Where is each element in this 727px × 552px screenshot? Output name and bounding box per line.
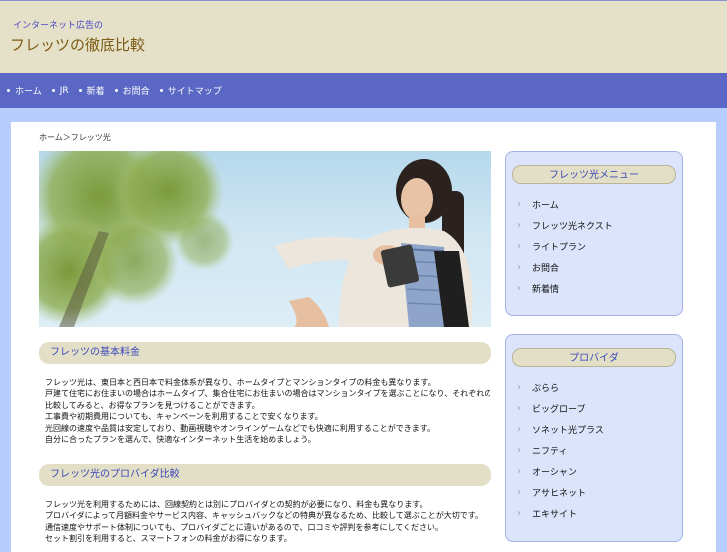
paragraph-line: 比較してみると、お得なプランを見つけることができます。 bbox=[45, 400, 260, 410]
sidebar-item[interactable]: › ライトプラン bbox=[506, 236, 682, 257]
bullet-icon bbox=[114, 89, 118, 92]
bullet-icon bbox=[7, 89, 10, 92]
chevron-right-icon: › bbox=[517, 445, 521, 456]
section-body-basic-fees: フレッツ光は、東日本と西日本で料金体系が異なり、ホームタイプとマンションタイプの… bbox=[45, 377, 490, 445]
paragraph-line: セット割引を利用すると、スマートフォンの料金がお得になります。 bbox=[45, 534, 292, 544]
sidebar-item[interactable]: › お問合 bbox=[506, 257, 682, 278]
global-nav: ホーム JR 新着 お問合 サイトマップ bbox=[0, 73, 727, 108]
section-heading-provider-compare: フレッツ光のプロバイダ比較 bbox=[39, 464, 491, 486]
site-header: インターネット広告の フレッツの徹底比較 bbox=[0, 0, 727, 73]
sidebar-item[interactable]: › ぷらら bbox=[506, 377, 682, 398]
breadcrumb: ホーム＞フレッツ光 bbox=[39, 133, 111, 142]
bullet-icon bbox=[159, 89, 163, 92]
chevron-right-icon: › bbox=[517, 241, 521, 252]
section-body-provider-compare: フレッツ光を利用するためには、回線契約とは別にプロバイダとの契約が必要になり、料… bbox=[45, 499, 490, 545]
paragraph-line: 自分に合ったプランを選んで、快適なインターネット生活を始めましょう。 bbox=[45, 435, 316, 445]
site-title[interactable]: フレッツの徹底比較 bbox=[10, 34, 145, 55]
sidebar-provider-list: › ぷらら › ビッグローブ › ソネット光プラス › ニフティ › オーシャン › アサヒ… bbox=[506, 377, 682, 524]
nav-item-jr[interactable]: JR bbox=[51, 86, 69, 96]
paragraph-line: 光回線の速度や品質は安定しており、動画視聴やオンラインゲームなどでも快適に利用す… bbox=[45, 423, 435, 433]
chevron-right-icon: › bbox=[517, 199, 521, 210]
content-panel: ホーム＞フレッツ光 フレッツの基本料金 フレッツ光は、東日本と西日本で料金体系が… bbox=[11, 122, 716, 552]
paragraph-line: フレッツ光は、東日本と西日本で料金体系が異なり、ホームタイプとマンションタイプの… bbox=[45, 378, 436, 387]
section-heading-basic-fees: フレッツの基本料金 bbox=[39, 342, 491, 364]
chevron-right-icon: › bbox=[517, 487, 521, 498]
nav-item-sitemap[interactable]: サイトマップ bbox=[159, 84, 222, 97]
bullet-icon bbox=[51, 89, 55, 92]
sidebar-item[interactable]: › オーシャン bbox=[506, 461, 682, 482]
chevron-right-icon: › bbox=[517, 220, 521, 231]
sidebar-item[interactable]: › フレッツ光ネクスト bbox=[506, 215, 682, 236]
sidebar-heading-menu: フレッツ光メニュー bbox=[512, 165, 676, 184]
nav-item-home[interactable]: ホーム bbox=[7, 84, 42, 97]
hero-image bbox=[39, 151, 491, 327]
paragraph-line: フレッツ光を利用するためには、回線契約とは別にプロバイダとの契約が必要になり、料… bbox=[45, 500, 428, 509]
chevron-right-icon: › bbox=[517, 403, 521, 414]
sidebar-item[interactable]: › エキサイト bbox=[506, 503, 682, 524]
paragraph-line: プロバイダによって月額料金やサービス内容、キャッシュバックなどの特典が異なるため… bbox=[45, 511, 483, 521]
sidebar-item[interactable]: › ソネット光プラス bbox=[506, 419, 682, 440]
bullet-icon bbox=[78, 89, 82, 92]
paragraph-line: 戸建て住宅にお住まいの場合はホームタイプ、集合住宅にお住まいの場合はマンションタ… bbox=[45, 389, 490, 399]
sidebar-item[interactable]: › アサヒネット bbox=[506, 482, 682, 503]
sidebar-heading-provider: プロバイダ bbox=[512, 348, 676, 367]
chevron-right-icon: › bbox=[517, 283, 521, 294]
chevron-right-icon: › bbox=[517, 466, 521, 477]
paragraph-line: 工事費や初期費用についても、キャンペーンを利用することで安くなります。 bbox=[45, 412, 323, 422]
sidebar-provider-box: プロバイダ › ぷらら › ビッグローブ › ソネット光プラス › ニフティ › オーシャ… bbox=[505, 334, 683, 542]
sidebar-item[interactable]: › ホーム bbox=[506, 194, 682, 215]
sidebar-item[interactable]: › ビッグローブ bbox=[506, 398, 682, 419]
nav-item-contact[interactable]: お問合 bbox=[114, 84, 150, 97]
paragraph-line: 通信速度やサポート体制についても、プロバイダごとに違いがあるので、口コミや評判を… bbox=[45, 522, 443, 532]
hero-photo-illustration bbox=[39, 151, 473, 327]
sidebar-menu-box: フレッツ光メニュー › ホーム › フレッツ光ネクスト › ライトプラン › お問合 ›… bbox=[505, 151, 683, 316]
chevron-right-icon: › bbox=[517, 424, 521, 435]
sidebar-item[interactable]: › ニフティ bbox=[506, 440, 682, 461]
sidebar-item[interactable]: › 新着情 bbox=[506, 278, 682, 299]
nav-item-news[interactable]: 新着 bbox=[78, 84, 105, 97]
chevron-right-icon: › bbox=[517, 382, 521, 393]
chevron-right-icon: › bbox=[517, 508, 521, 519]
site-tagline: インターネット広告の bbox=[13, 21, 104, 31]
sidebar-menu-list: › ホーム › フレッツ光ネクスト › ライトプラン › お問合 › 新着情 bbox=[506, 194, 682, 299]
chevron-right-icon: › bbox=[517, 262, 521, 273]
